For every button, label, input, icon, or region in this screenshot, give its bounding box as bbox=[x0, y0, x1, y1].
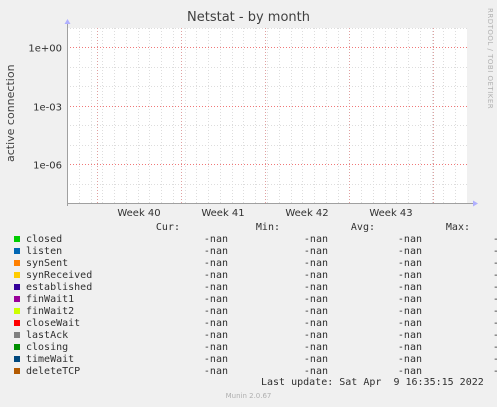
legend-value-avg: -nan bbox=[397, 282, 422, 293]
legend-value-cur: -nan bbox=[203, 258, 228, 269]
column-header-avg: Avg: bbox=[350, 222, 375, 233]
x-tick-label: Week 41 bbox=[201, 208, 244, 219]
legend-swatch bbox=[14, 272, 20, 278]
x-tick-label: Week 43 bbox=[369, 208, 412, 219]
legend-value-cur: -nan bbox=[203, 354, 228, 365]
legend-swatch bbox=[14, 260, 20, 266]
y-axis-label: active connection bbox=[4, 64, 17, 162]
legend-value-avg: -nan bbox=[397, 234, 422, 245]
legend-value-min: -nan bbox=[303, 294, 328, 305]
legend-name: listen bbox=[26, 246, 63, 257]
x-axis-arrow bbox=[473, 200, 478, 207]
legend-value-avg: -nan bbox=[397, 246, 422, 257]
legend-name: lastAck bbox=[26, 330, 69, 341]
legend-value-cur: -nan bbox=[203, 246, 228, 257]
column-header-cur: Cur: bbox=[155, 222, 180, 233]
legend-name: closing bbox=[26, 342, 69, 353]
legend-value-min: -nan bbox=[303, 270, 328, 281]
y-tick-label: 1e-03 bbox=[33, 103, 62, 114]
legend-value-max: -nan bbox=[457, 294, 497, 305]
legend-value-avg: -nan bbox=[397, 306, 422, 317]
x-tick-label: Week 42 bbox=[285, 208, 328, 219]
x-tick-label: Week 40 bbox=[117, 208, 160, 219]
munin-graph: 1e+00 1e-03 1e-06 Week 40 Week 41 Week 42 Week… bbox=[0, 0, 497, 407]
legend-value-max: -nan bbox=[457, 342, 497, 353]
legend-value-avg: -nan bbox=[397, 270, 422, 281]
legend-name: finWait1 bbox=[26, 294, 75, 305]
legend-value-max: -nan bbox=[457, 318, 497, 329]
chart-canvas: 1e+00 1e-03 1e-06 Week 40 Week 41 Week 42 Week… bbox=[28, 19, 478, 219]
legend-value-max: -nan bbox=[457, 366, 497, 377]
column-header-max: Max: bbox=[445, 222, 470, 233]
legend-value-cur: -nan bbox=[203, 318, 228, 329]
legend-value-avg: -nan bbox=[397, 354, 422, 365]
legend-name: deleteTCP bbox=[26, 366, 81, 377]
footer: Munin 2.0.67 bbox=[225, 392, 272, 400]
legend-swatch bbox=[14, 356, 20, 362]
last-update: Last update: Sat Apr 9 16:35:15 2022 bbox=[261, 377, 484, 388]
legend-value-cur: -nan bbox=[203, 294, 228, 305]
legend-value-max: -nan bbox=[457, 246, 497, 257]
legend-value-max: -nan bbox=[457, 354, 497, 365]
legend-value-min: -nan bbox=[303, 354, 328, 365]
legend-value-cur: -nan bbox=[203, 270, 228, 281]
legend-name: synSent bbox=[26, 258, 69, 269]
legend-value-avg: -nan bbox=[397, 330, 422, 341]
legend-name: synReceived bbox=[26, 270, 93, 281]
legend-value-max: -nan bbox=[457, 258, 497, 269]
legend-swatch bbox=[14, 284, 20, 290]
legend-value-min: -nan bbox=[303, 234, 328, 245]
watermark: RRDTOOL / TOBI OETIKER bbox=[486, 8, 494, 110]
legend-swatch bbox=[14, 236, 20, 242]
legend-value-avg: -nan bbox=[397, 294, 422, 305]
legend-value-max: -nan bbox=[457, 306, 497, 317]
legend-value-max: -nan bbox=[457, 282, 497, 293]
legend-value-avg: -nan bbox=[397, 366, 422, 377]
legend-value-cur: -nan bbox=[203, 306, 228, 317]
legend-value-cur: -nan bbox=[203, 282, 228, 293]
legend-value-avg: -nan bbox=[397, 258, 422, 269]
y-tick-label: 1e+00 bbox=[28, 44, 62, 55]
legend-name: closeWait bbox=[26, 318, 81, 329]
legend-swatch bbox=[14, 296, 20, 302]
legend-name: timeWait bbox=[26, 354, 75, 365]
legend-swatch bbox=[14, 248, 20, 254]
legend-name: closed bbox=[26, 234, 63, 245]
legend-swatch bbox=[14, 308, 20, 314]
legend-value-min: -nan bbox=[303, 318, 328, 329]
legend-value-max: -nan bbox=[457, 270, 497, 281]
legend-value-max: -nan bbox=[457, 234, 497, 245]
legend-value-cur: -nan bbox=[203, 330, 228, 341]
legend-name: finWait2 bbox=[26, 306, 75, 317]
legend-value-cur: -nan bbox=[203, 342, 228, 353]
legend-value-max: -nan bbox=[457, 330, 497, 341]
legend-value-min: -nan bbox=[303, 258, 328, 269]
legend-value-cur: -nan bbox=[203, 234, 228, 245]
legend-swatch bbox=[14, 332, 20, 338]
legend-value-min: -nan bbox=[303, 306, 328, 317]
legend-swatch bbox=[14, 344, 20, 350]
legend-swatch bbox=[14, 368, 20, 374]
legend-value-avg: -nan bbox=[397, 342, 422, 353]
legend-name: established bbox=[26, 282, 93, 293]
legend-value-min: -nan bbox=[303, 342, 328, 353]
legend-value-min: -nan bbox=[303, 282, 328, 293]
legend-value-min: -nan bbox=[303, 330, 328, 341]
chart-title: Netstat - by month bbox=[187, 10, 310, 25]
legend-value-min: -nan bbox=[303, 246, 328, 257]
legend-value-avg: -nan bbox=[397, 318, 422, 329]
y-tick-label: 1e-06 bbox=[33, 161, 62, 172]
legend-swatch bbox=[14, 320, 20, 326]
legend-value-cur: -nan bbox=[203, 366, 228, 377]
column-header-min: Min: bbox=[255, 222, 280, 233]
legend-value-min: -nan bbox=[303, 366, 328, 377]
